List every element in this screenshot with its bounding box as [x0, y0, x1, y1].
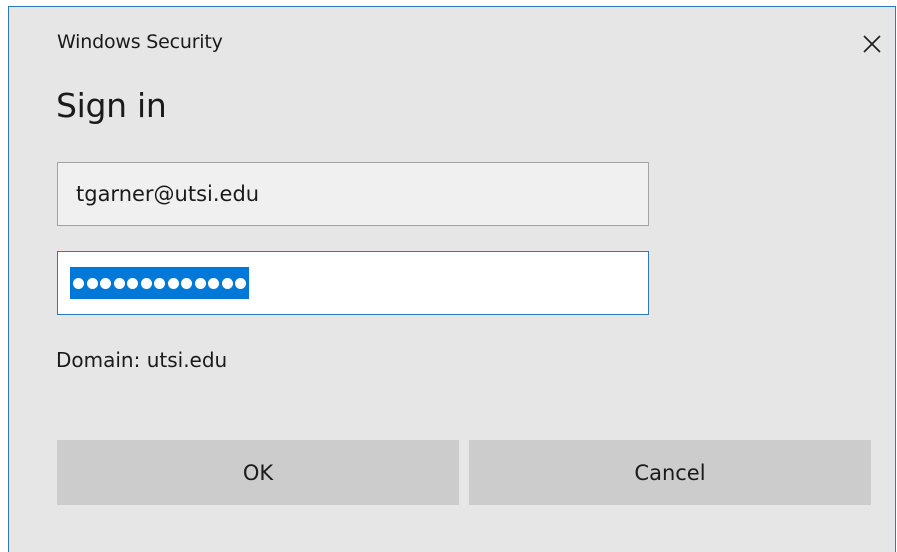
windows-security-dialog: Windows Security Sign in Domain: utsi.ed…: [8, 6, 896, 552]
password-mask-dot: [113, 277, 125, 289]
password-mask-dot: [154, 277, 165, 289]
password-mask-dot: [194, 277, 206, 289]
password-mask-dot: [100, 277, 111, 289]
ok-button[interactable]: OK: [57, 440, 459, 505]
sign-in-heading: Sign in: [56, 86, 167, 125]
cancel-button[interactable]: Cancel: [469, 440, 871, 505]
close-icon: [863, 35, 881, 53]
close-button[interactable]: [857, 29, 887, 59]
password-mask-dot: [235, 277, 246, 289]
password-mask-dot: [208, 277, 219, 289]
password-mask-dot: [140, 277, 152, 289]
password-mask-dot: [127, 277, 138, 289]
password-input[interactable]: [57, 251, 649, 315]
domain-label: Domain: utsi.edu: [56, 348, 228, 372]
username-input[interactable]: [57, 162, 649, 226]
password-selection: [70, 267, 249, 299]
password-mask-dot: [221, 277, 233, 289]
password-mask-dot: [181, 277, 192, 289]
password-mask-dot: [73, 277, 84, 289]
password-mask-dot: [86, 277, 98, 289]
window-title: Windows Security: [57, 31, 223, 53]
password-mask-dot: [167, 277, 179, 289]
